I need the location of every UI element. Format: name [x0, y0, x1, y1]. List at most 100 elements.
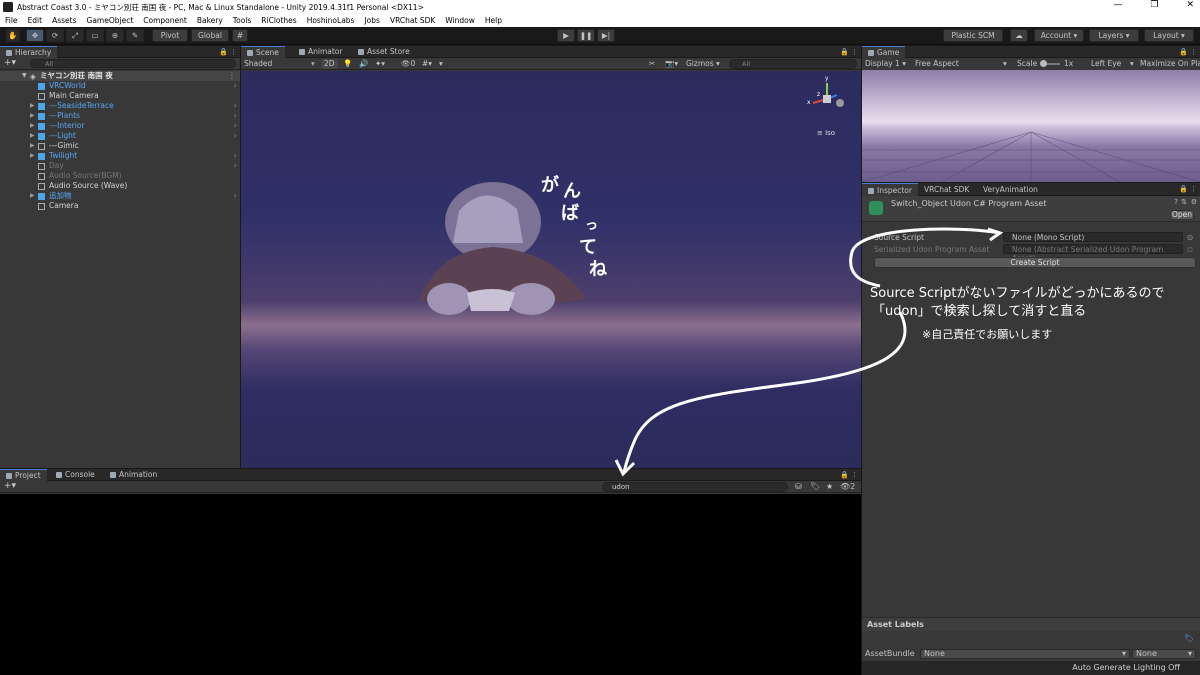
- tab-animation[interactable]: Animation: [104, 469, 163, 481]
- hidden-objects-icon[interactable]: 👁0: [401, 58, 415, 70]
- scale-slider[interactable]: [1040, 60, 1060, 67]
- object-picker-icon[interactable]: ⊙: [1187, 232, 1193, 243]
- pivot-toggle[interactable]: Pivot: [152, 29, 188, 42]
- rect-tool-icon[interactable]: ▭: [86, 29, 104, 42]
- open-prefab-chevron-icon[interactable]: ›: [234, 191, 237, 201]
- camera-settings-icon[interactable]: 📷▾: [665, 58, 678, 70]
- scale-tool-icon[interactable]: ⤢: [66, 29, 84, 42]
- project-create-icon[interactable]: +▾: [4, 481, 16, 491]
- menu-bakery[interactable]: Bakery: [192, 16, 228, 25]
- minimize-button[interactable]: —: [1113, 0, 1122, 10]
- scene-viewport[interactable]: が ん ば っ て ね y x z ≡ Iso: [241, 71, 861, 468]
- expand-arrow-icon[interactable]: ▶: [30, 101, 35, 111]
- menu-tools[interactable]: Tools: [228, 16, 256, 25]
- create-script-button[interactable]: Create Script: [874, 257, 1196, 268]
- tab-inspector[interactable]: Inspector: [862, 183, 918, 196]
- open-prefab-chevron-icon[interactable]: ›: [234, 121, 237, 131]
- eye-arrow-icon[interactable]: ▾: [1130, 58, 1134, 70]
- expand-arrow-icon[interactable]: ▶: [30, 121, 35, 131]
- aspect-dropdown[interactable]: Free Aspect: [915, 58, 959, 70]
- pause-button[interactable]: ❚❚: [577, 29, 595, 42]
- account-dropdown[interactable]: Account ▾: [1034, 29, 1084, 42]
- menu-file[interactable]: File: [0, 16, 23, 25]
- hierarchy-item[interactable]: ▶ ---Interior ›: [0, 121, 240, 131]
- maximize-on-play-toggle[interactable]: Maximize On Pla: [1140, 58, 1200, 70]
- tab-scene[interactable]: Scene: [241, 46, 285, 58]
- menu-gameobject[interactable]: GameObject: [82, 16, 139, 25]
- effects-toggle-icon[interactable]: ✦▾: [375, 58, 385, 70]
- hierarchy-item[interactable]: VRCWorld ›: [0, 81, 240, 91]
- game-lock-icon[interactable]: 🔒: [1179, 48, 1188, 56]
- tab-asset-store[interactable]: Asset Store: [352, 46, 416, 58]
- scale-slider-handle[interactable]: [1040, 60, 1047, 67]
- open-prefab-chevron-icon[interactable]: ›: [234, 161, 237, 171]
- label-tag-icon[interactable]: 🏷: [1184, 634, 1194, 643]
- custom-tool-icon[interactable]: ✎: [126, 29, 144, 42]
- scene-search-input[interactable]: All: [729, 59, 857, 69]
- maximize-button[interactable]: ❐: [1150, 0, 1158, 10]
- open-prefab-chevron-icon[interactable]: ›: [234, 81, 237, 91]
- hierarchy-item[interactable]: Camera: [0, 201, 240, 211]
- hand-tool-icon[interactable]: ✋: [6, 29, 20, 42]
- panel-menu-icon[interactable]: ⋮: [230, 48, 237, 56]
- tab-veryanimation[interactable]: VeryAnimation: [977, 183, 1044, 196]
- menu-help[interactable]: Help: [480, 16, 507, 25]
- hierarchy-item[interactable]: ▶ ---Light ›: [0, 131, 240, 141]
- open-prefab-chevron-icon[interactable]: ›: [234, 151, 237, 161]
- inspector-lock-icon[interactable]: 🔒: [1179, 185, 1188, 193]
- global-toggle[interactable]: Global: [191, 29, 229, 42]
- menu-window[interactable]: Window: [440, 16, 480, 25]
- tab-project[interactable]: Project: [0, 469, 47, 481]
- expand-arrow-icon[interactable]: ▶: [30, 111, 35, 121]
- shading-arrow-icon[interactable]: ▾: [311, 58, 315, 70]
- hierarchy-item[interactable]: Audio Source (Wave): [0, 181, 240, 191]
- lock-icon[interactable]: 🔒: [219, 48, 228, 56]
- project-menu-icon[interactable]: ⋮: [851, 471, 858, 479]
- scene-menu-icon[interactable]: ⋮: [851, 48, 858, 56]
- project-lock-icon[interactable]: 🔒: [840, 471, 849, 479]
- project-results-area[interactable]: [0, 494, 861, 675]
- menu-riclothes[interactable]: RiClothes: [256, 16, 301, 25]
- expand-arrow-icon[interactable]: ▶: [30, 141, 35, 151]
- toggle-2d[interactable]: 2D: [321, 59, 338, 69]
- rotate-tool-icon[interactable]: ⟳: [46, 29, 64, 42]
- source-script-field[interactable]: None (Mono Script): [1003, 232, 1183, 242]
- cloud-icon[interactable]: ☁: [1010, 29, 1028, 42]
- scene-lock-icon[interactable]: 🔒: [840, 48, 849, 56]
- move-tool-icon[interactable]: ✥: [26, 29, 44, 42]
- tab-vrchat-sdk[interactable]: VRChat SDK: [918, 183, 975, 196]
- scene-menu-icon[interactable]: ⋮: [228, 71, 236, 81]
- search-by-label-icon[interactable]: 🏷: [810, 481, 820, 493]
- hidden-packages-icon[interactable]: 👁2: [840, 481, 855, 493]
- inspector-menu-icon[interactable]: ⋮: [1190, 185, 1197, 193]
- iso-label[interactable]: ≡ Iso: [817, 129, 835, 137]
- scene-extra-dropdown[interactable]: ▾: [439, 58, 443, 70]
- tab-animator[interactable]: Animator: [293, 46, 348, 58]
- lighting-toggle-icon[interactable]: 💡: [343, 58, 352, 70]
- create-plus-icon[interactable]: +▾: [4, 58, 16, 68]
- open-button[interactable]: Open: [1170, 210, 1194, 220]
- project-search-input[interactable]: udon: [602, 482, 788, 492]
- layout-dropdown[interactable]: Layout ▾: [1144, 29, 1194, 42]
- tools-settings-icon[interactable]: ✂: [649, 58, 655, 70]
- orientation-gizmo[interactable]: y x z ≡ Iso: [807, 75, 847, 137]
- transform-tool-icon[interactable]: ⊕: [106, 29, 124, 42]
- settings-gear-icon[interactable]: ⚙: [1191, 198, 1197, 206]
- hierarchy-item[interactable]: ▶ ---Gimic: [0, 141, 240, 151]
- hierarchy-search-input[interactable]: All: [30, 59, 236, 68]
- aspect-arrow-icon[interactable]: ▾: [1003, 58, 1007, 70]
- menu-vrchat-sdk[interactable]: VRChat SDK: [385, 16, 440, 25]
- preset-icon[interactable]: ⇅: [1181, 198, 1187, 206]
- grid-snap-icon[interactable]: #: [232, 29, 248, 42]
- tab-hierarchy[interactable]: Hierarchy: [0, 46, 58, 58]
- menu-jobs[interactable]: Jobs: [359, 16, 384, 25]
- tab-console[interactable]: Console: [50, 469, 101, 481]
- hierarchy-item[interactable]: ▶ 追加物 ›: [0, 191, 240, 201]
- asset-bundle-variant-dropdown[interactable]: None ▾: [1132, 649, 1196, 659]
- hierarchy-item[interactable]: Day ›: [0, 161, 240, 171]
- scene-root-row[interactable]: ▼ ◈ ミヤコン別荘 南国 夜 ⋮: [0, 71, 240, 81]
- eye-dropdown[interactable]: Left Eye: [1091, 58, 1121, 70]
- hierarchy-item[interactable]: ▶ Twilight ›: [0, 151, 240, 161]
- step-button[interactable]: ▶|: [597, 29, 615, 42]
- audio-toggle-icon[interactable]: 🔊: [359, 58, 368, 70]
